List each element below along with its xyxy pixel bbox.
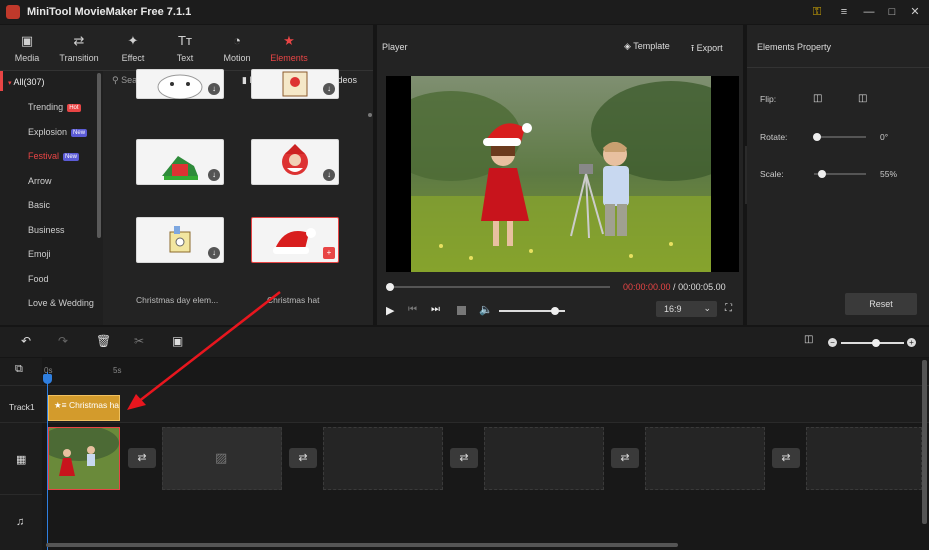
annotation-arrow <box>127 291 281 410</box>
